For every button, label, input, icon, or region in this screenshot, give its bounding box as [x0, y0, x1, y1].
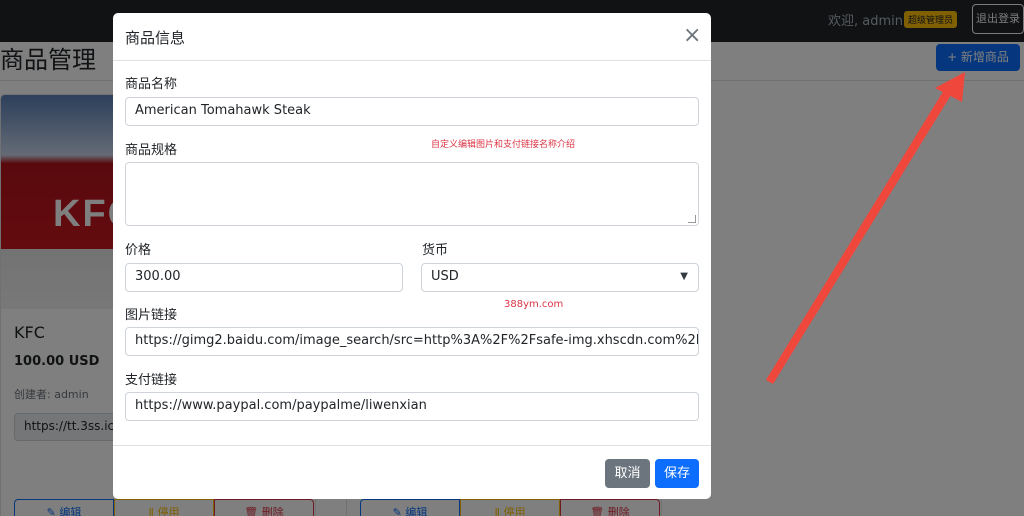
modal-header: 商品信息 × — [113, 13, 711, 61]
save-button[interactable]: 保存 — [655, 459, 699, 488]
spec-label: 商品规格 — [125, 143, 178, 158]
currency-value: USD — [431, 269, 459, 284]
product-spec-textarea[interactable] — [125, 162, 699, 226]
annotation-note: 自定义编辑图片和支付链接名称介绍 — [431, 140, 576, 150]
watermark-text: 388ym.com — [504, 299, 564, 310]
modal-footer: 取消 保存 — [113, 445, 711, 499]
image-link-input[interactable]: https://gimg2.baidu.com/image_search/src… — [125, 327, 699, 356]
price-input[interactable]: 300.00 — [125, 263, 403, 292]
pay-link-input[interactable]: https://www.paypal.com/paypalme/liwenxia… — [125, 392, 699, 421]
product-info-modal: 商品信息 × 商品名称 American Tomahawk Steak 商品规格… — [113, 13, 711, 499]
modal-title: 商品信息 — [125, 29, 186, 47]
name-label: 商品名称 — [125, 77, 178, 92]
currency-label: 货币 — [422, 243, 449, 258]
close-icon[interactable]: × — [683, 25, 701, 47]
price-label: 价格 — [125, 243, 152, 258]
image-link-label: 图片链接 — [125, 308, 178, 323]
cancel-button[interactable]: 取消 — [605, 459, 650, 488]
currency-select[interactable]: USD ▼ — [421, 263, 699, 292]
product-name-input[interactable]: American Tomahawk Steak — [125, 97, 699, 126]
chevron-down-icon: ▼ — [680, 271, 688, 282]
pay-link-label: 支付链接 — [125, 373, 178, 388]
resize-grip-icon[interactable] — [688, 215, 696, 223]
